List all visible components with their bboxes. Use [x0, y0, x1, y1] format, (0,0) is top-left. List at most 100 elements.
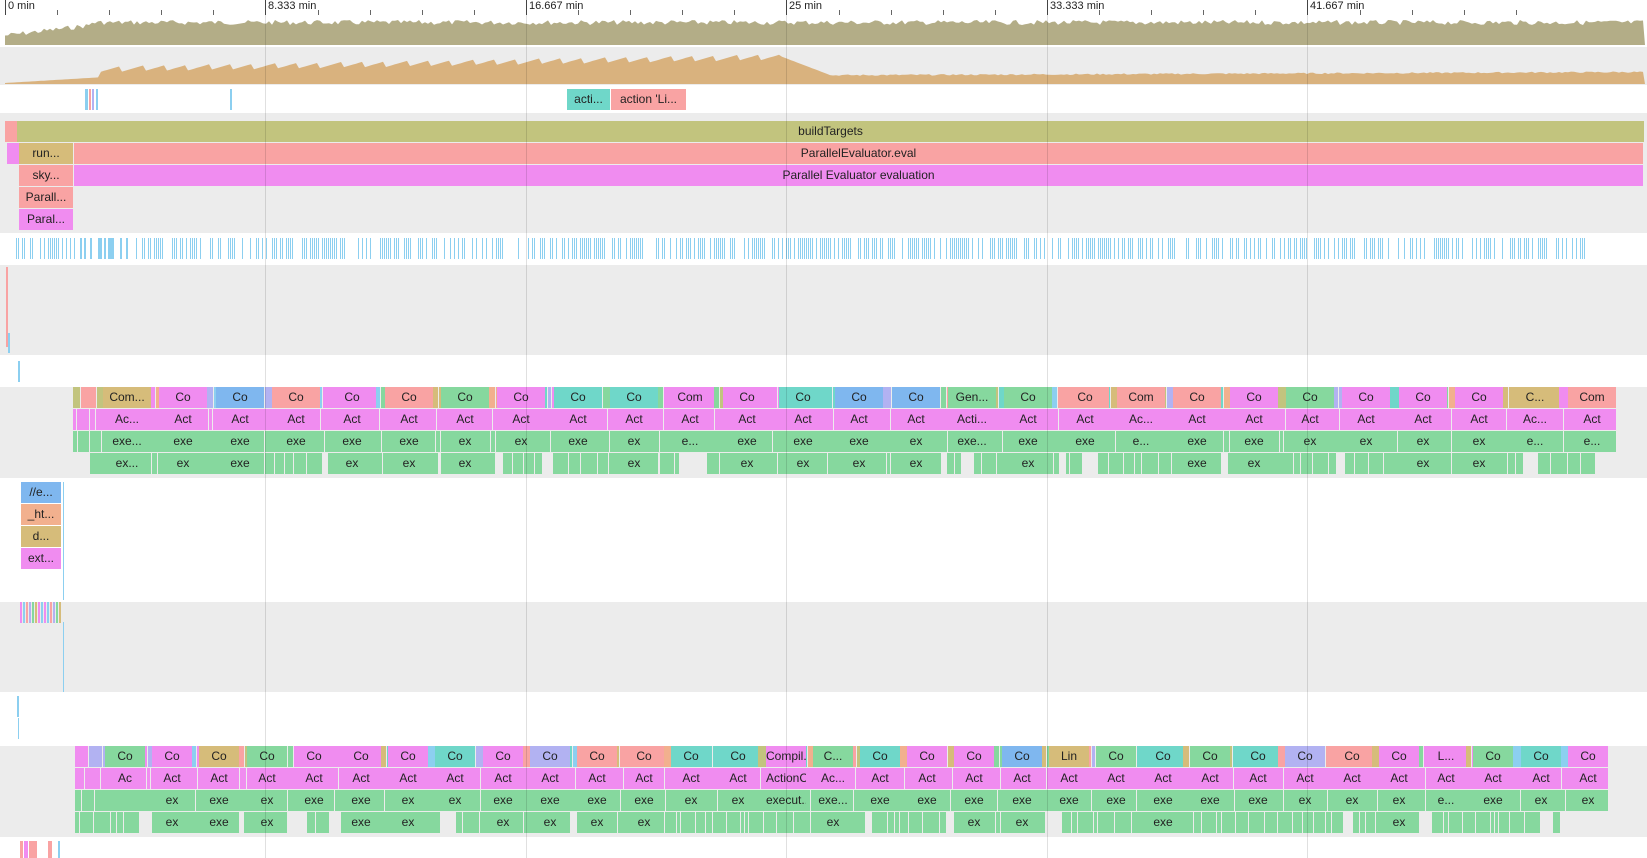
- filler-slice[interactable]: [1574, 812, 1581, 833]
- compile-slice[interactable]: Co: [835, 387, 883, 408]
- filler-slice[interactable]: [680, 453, 690, 474]
- event-tick[interactable]: [850, 238, 851, 259]
- exec-subslice[interactable]: exe: [216, 453, 264, 474]
- action-slice[interactable]: Act: [723, 409, 771, 430]
- event-tick[interactable]: [808, 238, 809, 259]
- filler-slice[interactable]: [1508, 453, 1515, 474]
- action-slice[interactable]: Act: [671, 768, 711, 789]
- action-slice[interactable]: Act: [1230, 409, 1278, 430]
- filler-slice[interactable]: [1060, 453, 1065, 474]
- event-tick[interactable]: [1104, 238, 1105, 259]
- execute-slice[interactable]: ex: [152, 790, 192, 811]
- event-tick[interactable]: [330, 238, 331, 259]
- execute-slice[interactable]: ex: [671, 790, 711, 811]
- event-tick[interactable]: [18, 238, 19, 259]
- event-tick[interactable]: [934, 238, 935, 259]
- event-tick[interactable]: [1316, 238, 1317, 259]
- filler-slice[interactable]: [1194, 812, 1201, 833]
- event-tick[interactable]: [1170, 238, 1171, 259]
- event-tick[interactable]: [112, 238, 114, 259]
- action-slice[interactable]: Act: [1061, 409, 1109, 430]
- event-tick[interactable]: [370, 238, 371, 259]
- execute-slice[interactable]: exe: [1049, 790, 1089, 811]
- thin-slice[interactable]: [48, 841, 52, 858]
- event-tick[interactable]: [1140, 238, 1141, 259]
- event-tick[interactable]: [960, 238, 961, 259]
- filler-slice[interactable]: [677, 812, 680, 833]
- filler-slice[interactable]: [456, 812, 462, 833]
- filler-slice[interactable]: [707, 453, 719, 474]
- event-tick[interactable]: [382, 238, 383, 259]
- event-tick[interactable]: [860, 238, 861, 259]
- event-tick[interactable]: [406, 238, 407, 259]
- filler-slice[interactable]: [75, 746, 88, 767]
- compile-slice[interactable]: Co: [907, 746, 947, 767]
- event-tick[interactable]: [586, 238, 587, 259]
- filler-slice[interactable]: [1236, 812, 1248, 833]
- event-tick[interactable]: [1002, 238, 1003, 259]
- event-tick[interactable]: [968, 238, 969, 259]
- event-tick[interactable]: [500, 238, 501, 259]
- event-tick[interactable]: [1152, 238, 1153, 259]
- event-tick[interactable]: [582, 238, 583, 259]
- event-tick[interactable]: [848, 238, 849, 259]
- event-tick[interactable]: [1306, 238, 1307, 259]
- filler-slice[interactable]: [1066, 453, 1069, 474]
- execute-slice[interactable]: ex: [892, 431, 940, 452]
- filler-slice[interactable]: [1313, 453, 1328, 474]
- event-tick[interactable]: [724, 238, 725, 259]
- event-tick[interactable]: [1216, 238, 1217, 259]
- filler-slice[interactable]: [955, 453, 961, 474]
- event-tick[interactable]: [806, 238, 807, 259]
- compile-slice[interactable]: Co: [671, 746, 711, 767]
- event-tick[interactable]: [1558, 238, 1559, 259]
- exec-subslice[interactable]: ex: [610, 453, 658, 474]
- filler-slice[interactable]: [1344, 812, 1352, 833]
- compile-slice[interactable]: Co: [1286, 387, 1334, 408]
- event-tick[interactable]: [340, 238, 341, 259]
- event-tick[interactable]: [1254, 238, 1255, 259]
- event-tick[interactable]: [196, 238, 197, 259]
- event-tick[interactable]: [1284, 238, 1285, 259]
- action-slice[interactable]: Act: [272, 409, 320, 430]
- filler-slice[interactable]: [1054, 453, 1059, 474]
- event-tick[interactable]: [274, 238, 275, 259]
- event-tick[interactable]: [148, 238, 149, 259]
- event-tick[interactable]: [686, 238, 687, 259]
- event-tick[interactable]: [1424, 238, 1425, 259]
- event-tick[interactable]: [1412, 238, 1413, 259]
- event-tick[interactable]: [894, 238, 895, 259]
- event-tick[interactable]: [1000, 238, 1001, 259]
- action-slice[interactable]: Act: [1473, 768, 1513, 789]
- execute-slice[interactable]: exe: [1061, 431, 1109, 452]
- event-tick[interactable]: [1174, 238, 1175, 259]
- event-tick[interactable]: [1214, 238, 1215, 259]
- filler-slice[interactable]: [941, 387, 946, 408]
- filler-slice[interactable]: [1360, 812, 1365, 833]
- compile-slice[interactable]: Com: [1568, 387, 1616, 408]
- worker-lane-4[interactable]: Co Ac Co Act ex ex Co Act exe exe Co Act ex ex Co Act ex…: [0, 746, 1647, 837]
- event-tick[interactable]: [966, 238, 967, 259]
- lane2-slice[interactable]: //e...: [21, 482, 61, 503]
- event-tick[interactable]: [454, 238, 455, 259]
- filler-slice[interactable]: [1332, 812, 1343, 833]
- event-tick[interactable]: [612, 238, 613, 259]
- event-tick[interactable]: [716, 238, 717, 259]
- compile-slice[interactable]: Co: [554, 387, 602, 408]
- event-tick[interactable]: [638, 238, 639, 259]
- event-tick[interactable]: [730, 238, 731, 259]
- event-tick[interactable]: [794, 238, 795, 259]
- cpu-usage-track[interactable]: [0, 15, 1647, 47]
- execute-slice[interactable]: exe: [624, 790, 664, 811]
- event-tick[interactable]: [542, 238, 543, 259]
- event-tick[interactable]: [1572, 238, 1573, 259]
- event-tick[interactable]: [1236, 238, 1237, 259]
- filler-slice[interactable]: [73, 453, 89, 474]
- exec-subslice[interactable]: ex: [247, 812, 287, 833]
- compile-slice[interactable]: Co: [159, 387, 207, 408]
- execute-slice[interactable]: exe...: [948, 431, 996, 452]
- action-slice[interactable]: Act: [1379, 768, 1419, 789]
- event-tick[interactable]: [722, 238, 723, 259]
- event-tick[interactable]: [1128, 238, 1129, 259]
- filler-slice[interactable]: [330, 812, 341, 833]
